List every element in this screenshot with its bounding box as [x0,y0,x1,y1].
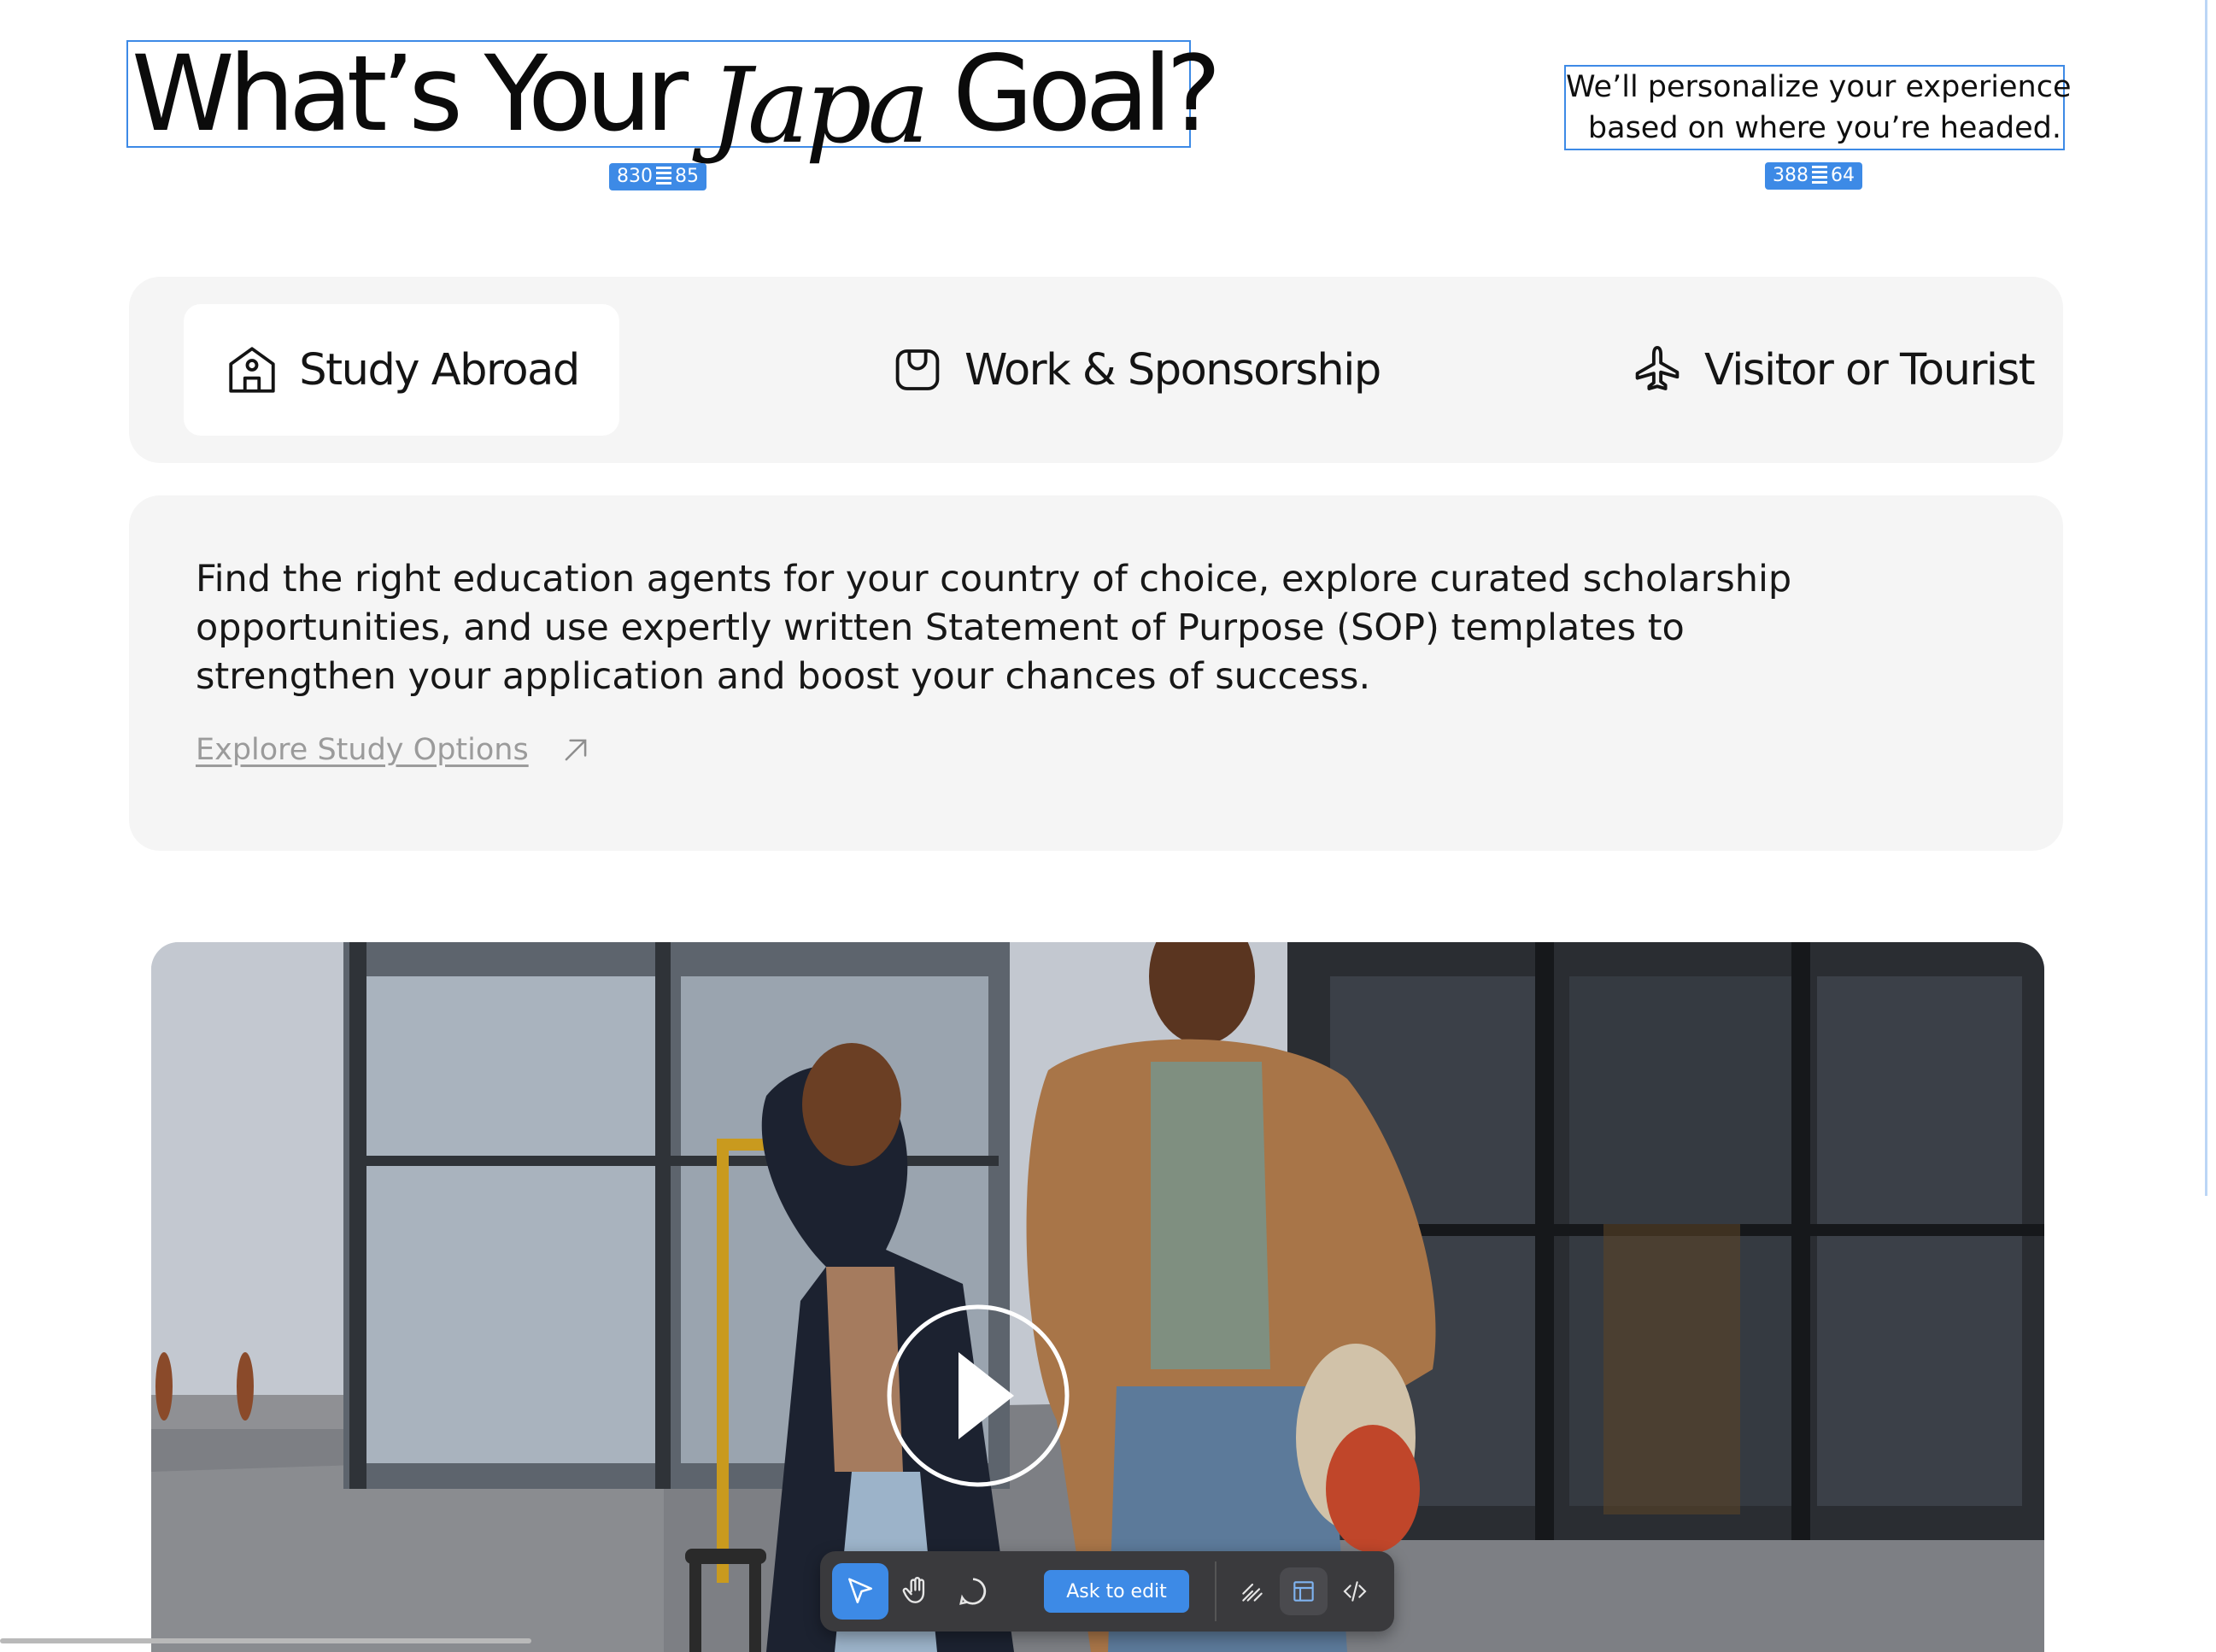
horizontal-scrollbar[interactable] [0,1638,531,1643]
cursor-icon [848,1578,872,1603]
comment-icon [959,1578,987,1605]
draw-tool-button[interactable] [1228,1567,1276,1615]
comment-tool-button[interactable] [945,1563,1001,1620]
inspect-icon [1293,1581,1314,1602]
hand-tool-button[interactable] [888,1563,945,1620]
school-icon [229,347,275,393]
goal-tabs: Study Abroad Work & Sponsorship Visitor … [129,277,2063,463]
subtitle-size-badge: 388 64 [1765,162,1862,190]
tab-content-panel: Find the right education agents for your… [129,495,2063,851]
page-title: What’s Your Japa Goal? [132,33,1222,167]
airplane-icon [1635,345,1680,390]
editor-toolbar: Ask to edit [820,1551,1394,1631]
tab-description: Find the right education agents for your… [196,558,1792,698]
page-subtitle[interactable]: We’ll personalize your experience based … [1564,65,2072,150]
explore-study-link[interactable]: Explore Study Options [196,733,592,767]
code-tool-button[interactable] [1331,1567,1379,1615]
vertical-scrollbar[interactable] [2205,0,2207,1196]
code-icon [1343,1581,1367,1602]
select-tool-button[interactable] [832,1563,888,1620]
briefcase-icon [895,349,940,390]
title-accent: Japa [709,45,929,167]
inspect-tool-button[interactable] [1280,1567,1328,1615]
hand-icon [902,1577,925,1603]
arrow-up-right-icon [565,739,587,761]
travel-photo [151,942,2044,1652]
hero-video[interactable] [151,942,2044,1652]
ask-to-edit-button[interactable]: Ask to edit [1044,1570,1189,1613]
page-title-frame[interactable]: What’s Your Japa Goal? [126,40,1222,158]
draw-icon [1242,1583,1263,1602]
tab-study-abroad[interactable]: Study Abroad [184,304,619,436]
toolbar-divider [1215,1561,1216,1621]
tab-work-sponsorship[interactable]: Work & Sponsorship [889,304,1381,436]
tab-visitor-tourist[interactable]: Visitor or Tourist [1629,304,2036,436]
title-size-badge: 830 85 [609,163,706,190]
